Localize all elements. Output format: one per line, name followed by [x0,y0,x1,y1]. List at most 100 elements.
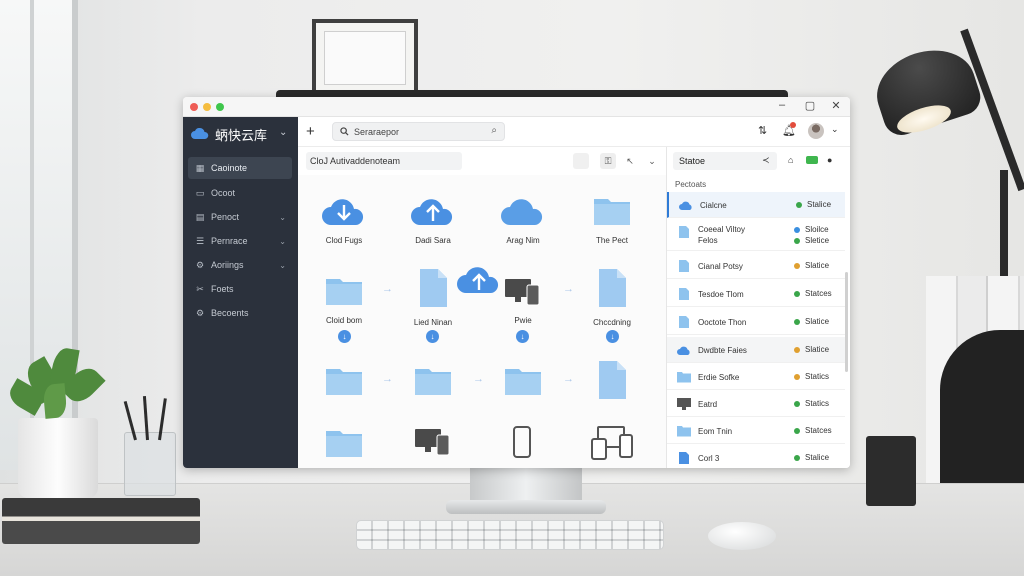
tile-1[interactable]: Dadi Sara [393,195,473,245]
avatar[interactable] [808,123,824,139]
chevron-down-icon: ⌄ [279,260,286,270]
multi-device-icon[interactable] [590,425,634,461]
status-panel: Statoe ≺ ⌂ ● Pectoats Cialcne Stalice Co… [666,147,850,468]
list-item[interactable]: Corl 3 Stalice [667,445,845,468]
item-name: Cialcne [700,201,727,210]
folder-icon[interactable] [324,427,364,459]
tile-2[interactable]: Arag Nim [483,195,563,245]
item-name: Dwdbte Faies [698,346,747,355]
status-dot [794,319,800,325]
cloud-upload-icon [411,199,453,225]
keyboard [356,520,664,550]
sync-icon[interactable]: ⇅ [758,124,767,137]
cloud-icon [501,199,543,225]
tile-0[interactable]: Clod Fugs [304,195,384,245]
sidebar-item-5[interactable]: ✂ Foets [188,278,292,300]
home-icon[interactable]: ⌂ [788,155,793,165]
sidebar-item-label: Becoents [211,308,249,318]
list-item[interactable]: Cianal Potsy Slatice [667,253,845,279]
document-icon [679,316,689,328]
folder-icon[interactable] [503,365,543,397]
item-name: Cianal Potsy [698,262,743,271]
tile-4b[interactable]: Cloid bom [304,275,384,325]
path-toolbar: CloJ Autivaddenoteam ⚿ ↖ ⌄ [298,147,666,175]
list-item[interactable]: Eatrd Statics [667,391,845,417]
minimize-button[interactable]: – [773,99,791,111]
file-grid: Clod Fugs Dadi Sara Arag Nim The Pect Cl… [298,175,666,468]
more-icon[interactable]: ● [827,155,832,165]
download-badge-icon[interactable]: ↓ [516,330,529,343]
list-icon: ☰ [195,236,205,246]
sidebar-item-label: Foets [211,284,234,294]
sidebar-item-2[interactable]: ▤ Penoct ⌄ [188,206,292,228]
folder-icon [326,279,362,305]
list-item[interactable]: Coeeal Viltoy Felos Sloilce Sletice [667,219,845,251]
sidebar-item-6[interactable]: ⚙ Becoents [188,302,292,324]
chevron-down-icon[interactable]: ⌄ [644,153,660,169]
list-item[interactable]: Eom Tnin Statces [667,418,845,444]
brand-chevron-icon[interactable]: ⌄ [279,127,287,138]
search-icon [340,127,349,136]
status-badge: Statics [805,372,830,381]
download-badge-icon[interactable]: ↓ [606,330,619,343]
arrow-right-icon: → [382,283,393,295]
zoom-traffic-light[interactable] [216,103,224,111]
breadcrumb[interactable]: CloJ Autivaddenoteam [306,152,462,170]
close-traffic-light[interactable] [190,103,198,111]
phone-icon[interactable] [512,425,532,459]
add-icon[interactable]: + [306,123,315,140]
panel-scrollbar[interactable] [845,272,848,372]
document-icon[interactable] [596,359,628,401]
folder-icon[interactable] [413,365,453,397]
list-item[interactable]: Ooctote Thon Slatice [667,309,845,335]
view-toggle-button[interactable] [573,153,589,169]
tile-7[interactable]: Chccdning [572,267,652,327]
maximize-button[interactable]: ▢ [801,99,819,112]
status-badge: Statces [805,289,832,298]
green-status-icon[interactable] [806,156,818,164]
info-button[interactable]: ⚿ [600,153,616,169]
tile-label: Arag Nim [506,236,540,245]
search-input[interactable]: Seraraepor ⌕ [332,122,505,141]
status-dot [794,347,800,353]
tile-6[interactable]: Pwie [483,277,563,325]
status-badge: Slatice [805,345,830,354]
notebooks [2,498,200,544]
notification-badge [790,122,796,128]
list-item[interactable]: Dwdbte Faies Slatice [667,337,845,363]
cursor-icon[interactable]: ↖ [622,153,638,169]
top-bar: + Seraraepor ⌕ ⇅ 🔔︎ ⌄ [298,117,850,147]
devices-icon[interactable] [413,427,453,457]
status-dot [796,202,802,208]
folder-icon[interactable] [324,365,364,397]
cloud-icon [679,201,692,210]
list-item[interactable]: Cialcne Stalice [667,192,845,218]
close-button[interactable]: ✕ [827,99,845,112]
list-item[interactable]: Erdie Sofke Statics [667,364,845,390]
search-submit-icon[interactable]: ⌕ [491,125,497,136]
download-badge-icon[interactable]: ↓ [338,330,351,343]
devices-icon [505,279,540,306]
brand[interactable]: 蛃快云库 [191,123,267,145]
sidebar-item-0[interactable]: ▦ Caoinote [188,157,292,179]
picture-mat [324,31,406,85]
download-badge-icon[interactable]: ↓ [426,330,439,343]
chevron-down-icon[interactable]: ⌄ [831,124,839,135]
folder-icon [677,426,691,437]
document-icon [679,452,689,464]
arrow-right-icon: → [563,373,574,385]
document-icon [599,269,626,307]
status-dot [794,455,800,461]
tile-3[interactable]: The Pect [572,195,652,245]
item-name: Erdie Sofke [698,373,740,382]
status-badge: Statces [805,426,832,435]
collapse-icon[interactable]: ≺ [762,155,770,166]
arrow-right-icon: → [382,373,393,385]
sidebar-item-3[interactable]: ☰ Pernrace ⌄ [188,230,292,252]
sidebar-item-4[interactable]: ⚙ Aoriings ⌄ [188,254,292,276]
sidebar-item-1[interactable]: ▭ Ocoot [188,182,292,204]
settings-icon: ⚙ [195,308,205,318]
minimize-traffic-light[interactable] [203,103,211,111]
tile-label: Clod Fugs [325,236,363,245]
list-item[interactable]: Tesdoe Tlom Statces [667,281,845,307]
